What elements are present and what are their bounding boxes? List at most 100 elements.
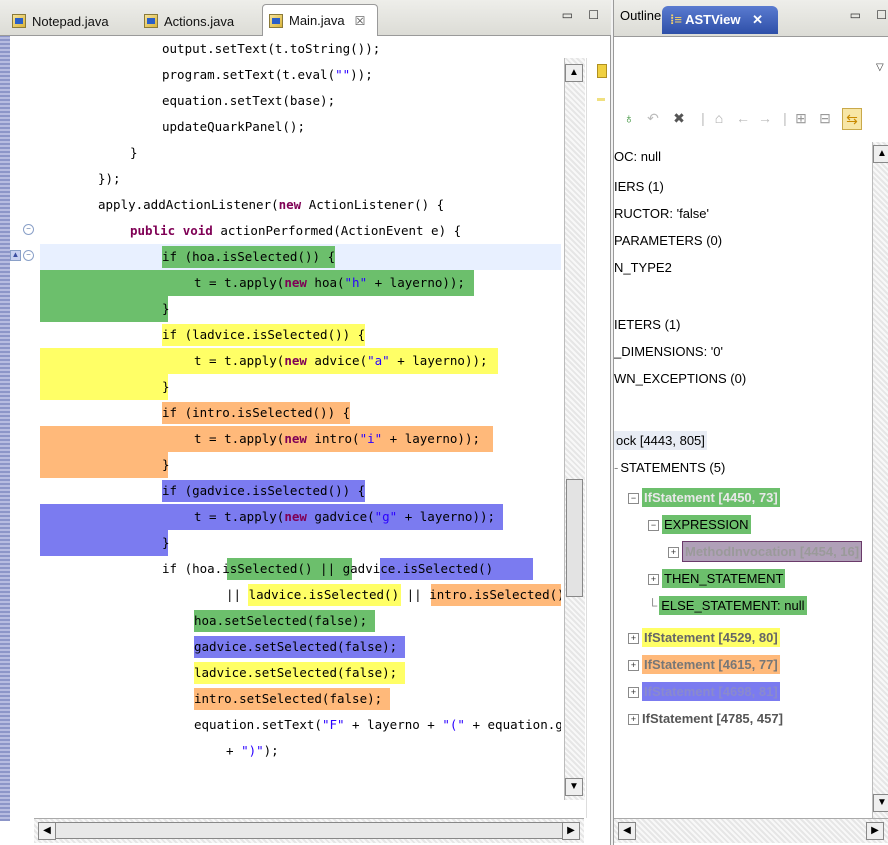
- close-tab-icon[interactable]: ☒: [355, 14, 366, 28]
- ast-tree[interactable]: OC: null IERS (1) RUCTOR: 'false' PARAMETER…: [614, 142, 872, 818]
- code-line[interactable]: + ")");: [226, 738, 279, 764]
- tree-node[interactable]: − IfStatement [4450, 73]: [628, 487, 780, 509]
- tree-node[interactable]: WN_EXCEPTIONS (0): [614, 368, 746, 390]
- tree-node[interactable]: N_TYPE2: [614, 257, 672, 279]
- code-line[interactable]: if (ladvice.isSelected()) {: [162, 324, 366, 346]
- code-line[interactable]: t = t.apply(new intro("i" + layerno));: [194, 426, 480, 452]
- code-line[interactable]: if (hoa.isSelected() || gadvice.isSelect…: [162, 556, 493, 582]
- expand-node-icon[interactable]: +: [668, 547, 679, 559]
- next-icon[interactable]: →: [756, 108, 774, 128]
- code-line[interactable]: gadvice.setSelected(false);: [194, 634, 397, 660]
- code-line[interactable]: if (hoa.isSelected()) {: [162, 246, 336, 268]
- editor-vertical-scrollbar[interactable]: [564, 58, 585, 800]
- tree-vertical-scrollbar[interactable]: [872, 142, 888, 818]
- code-line[interactable]: });: [98, 166, 121, 192]
- home-icon[interactable]: ⌂: [710, 108, 728, 128]
- tree-horizontal-scrollbar[interactable]: [614, 818, 888, 843]
- scroll-left-icon[interactable]: ◀: [38, 822, 56, 840]
- collapse-node-icon[interactable]: −: [648, 520, 659, 532]
- code-line[interactable]: || ladvice.isSelected() || intro.isSelec…: [226, 582, 561, 608]
- code-line[interactable]: }: [162, 530, 170, 556]
- fold-collapse-icon[interactable]: −: [23, 224, 34, 235]
- previous-icon[interactable]: ←: [734, 108, 752, 128]
- expand-node-icon[interactable]: +: [628, 633, 639, 645]
- editor-horizontal-scrollbar[interactable]: [34, 818, 584, 843]
- expand-node-icon[interactable]: +: [628, 687, 639, 699]
- view-window-controls[interactable]: ▭ ☐: [850, 8, 888, 22]
- tab-astview[interactable]: ⁞≡ ASTView ✕: [662, 6, 778, 34]
- code-line[interactable]: }: [130, 140, 138, 166]
- scroll-right-icon[interactable]: ▶: [562, 822, 580, 840]
- code-line[interactable]: t = t.apply(new advice("a" + layerno));: [194, 348, 488, 374]
- scrollbar-thumb[interactable]: [566, 479, 583, 597]
- collapse-all-icon[interactable]: ⊟: [816, 108, 834, 128]
- code-line[interactable]: t = t.apply(new hoa("h" + layerno));: [194, 270, 465, 296]
- editor-window-controls[interactable]: ▭ ☐: [562, 8, 605, 22]
- tree-node[interactable]: └ ELSE_STATEMENT: null: [648, 595, 807, 617]
- code-line[interactable]: }: [162, 452, 170, 478]
- tab-notepad-java[interactable]: Notepad.java: [6, 6, 134, 36]
- scroll-down-icon[interactable]: ▼: [565, 778, 583, 796]
- link-with-editor-icon[interactable]: ⇆: [842, 108, 862, 130]
- view-menu-icon[interactable]: ▽: [876, 62, 884, 73]
- code-line[interactable]: }: [162, 296, 170, 322]
- tree-node[interactable]: PARAMETERS (0): [614, 230, 722, 252]
- annotation-marker[interactable]: [597, 98, 605, 101]
- code-line[interactable]: t = t.apply(new gadvice("g" + layerno));: [194, 504, 495, 530]
- code-line[interactable]: intro.setSelected(false);: [194, 686, 382, 712]
- collapse-node-icon[interactable]: −: [628, 493, 639, 505]
- tab-main-java[interactable]: Main.java ☒: [262, 4, 378, 36]
- tree-node[interactable]: ock [4443, 805]: [614, 430, 707, 452]
- code-area[interactable]: output.setText(t.toString()); program.set…: [34, 36, 561, 821]
- tree-node[interactable]: + THEN_STATEMENT: [648, 568, 786, 590]
- close-tab-icon[interactable]: ✕: [752, 12, 763, 27]
- delete-icon[interactable]: ✖: [670, 108, 688, 128]
- code-line[interactable]: }: [162, 374, 170, 400]
- code-line[interactable]: hoa.setSelected(false);: [194, 608, 367, 634]
- code-line[interactable]: if (gadvice.isSelected()) {: [162, 480, 366, 502]
- expand-node-icon[interactable]: +: [628, 714, 639, 726]
- tree-node[interactable]: + IfStatement [4615, 77]: [628, 654, 780, 676]
- tree-node-label: IfStatement [4529, 80]: [642, 628, 780, 647]
- override-marker-icon[interactable]: ▲: [10, 250, 21, 261]
- tree-node[interactable]: OC: null: [614, 146, 661, 168]
- expand-node-icon[interactable]: +: [648, 574, 659, 586]
- editor-tab-bar: Notepad.java Actions.java Main.java ☒ ▭ …: [0, 0, 611, 36]
- code-line[interactable]: if (intro.isSelected()) {: [162, 402, 351, 424]
- scrollbar-thumb[interactable]: [54, 822, 564, 839]
- warning-marker-icon[interactable]: [597, 64, 607, 78]
- expand-node-icon[interactable]: +: [628, 660, 639, 672]
- tree-node[interactable]: + IfStatement [4529, 80]: [628, 627, 780, 649]
- tree-node[interactable]: IERS (1): [614, 176, 664, 198]
- refresh-icon[interactable]: ♁: [620, 108, 638, 128]
- tree-node[interactable]: + IfStatement [4785, 457]: [628, 708, 783, 730]
- scroll-left-icon[interactable]: ◀: [618, 822, 636, 840]
- code-line[interactable]: apply.addActionListener(new ActionListen…: [98, 192, 444, 218]
- code-line[interactable]: equation.setText("F" + layerno + "(" + e…: [194, 712, 561, 738]
- tree-node[interactable]: IETERS (1): [614, 314, 680, 336]
- code-line[interactable]: equation.setText(base);: [162, 88, 335, 114]
- code-line[interactable]: output.setText(t.toString());: [162, 36, 380, 62]
- tab-outline[interactable]: Outline: [620, 8, 661, 23]
- scroll-up-icon[interactable]: ▲: [565, 64, 583, 82]
- tree-node[interactable]: − EXPRESSION: [648, 514, 751, 536]
- scroll-up-icon[interactable]: ▲: [873, 145, 888, 163]
- tree-node-label: IfStatement [4615, 77]: [642, 655, 780, 674]
- fold-collapse-icon[interactable]: −: [23, 250, 34, 261]
- tree-node[interactable]: + MethodInvocation [4454, 16]: [668, 541, 863, 563]
- tab-label: Actions.java: [164, 13, 235, 29]
- tree-node[interactable]: + IfStatement [4698, 81]: [628, 681, 780, 703]
- scroll-right-icon[interactable]: ▶: [866, 822, 884, 840]
- tab-actions-java[interactable]: Actions.java: [138, 6, 262, 36]
- tree-node[interactable]: - STATEMENTS (5): [614, 457, 725, 479]
- tree-node[interactable]: RUCTOR: 'false': [614, 203, 709, 225]
- code-line[interactable]: program.setText(t.eval(""));: [162, 62, 373, 88]
- tree-node[interactable]: _DIMENSIONS: '0': [614, 341, 723, 363]
- back-icon[interactable]: ↶: [644, 108, 662, 128]
- java-editor: Notepad.java Actions.java Main.java ☒ ▭ …: [0, 0, 611, 845]
- code-line[interactable]: public void actionPerformed(ActionEvent …: [130, 218, 461, 244]
- code-line[interactable]: ladvice.setSelected(false);: [194, 660, 397, 686]
- scroll-down-icon[interactable]: ▼: [873, 794, 888, 812]
- expand-all-icon[interactable]: ⊞: [792, 108, 810, 128]
- code-line[interactable]: updateQuarkPanel();: [162, 114, 305, 140]
